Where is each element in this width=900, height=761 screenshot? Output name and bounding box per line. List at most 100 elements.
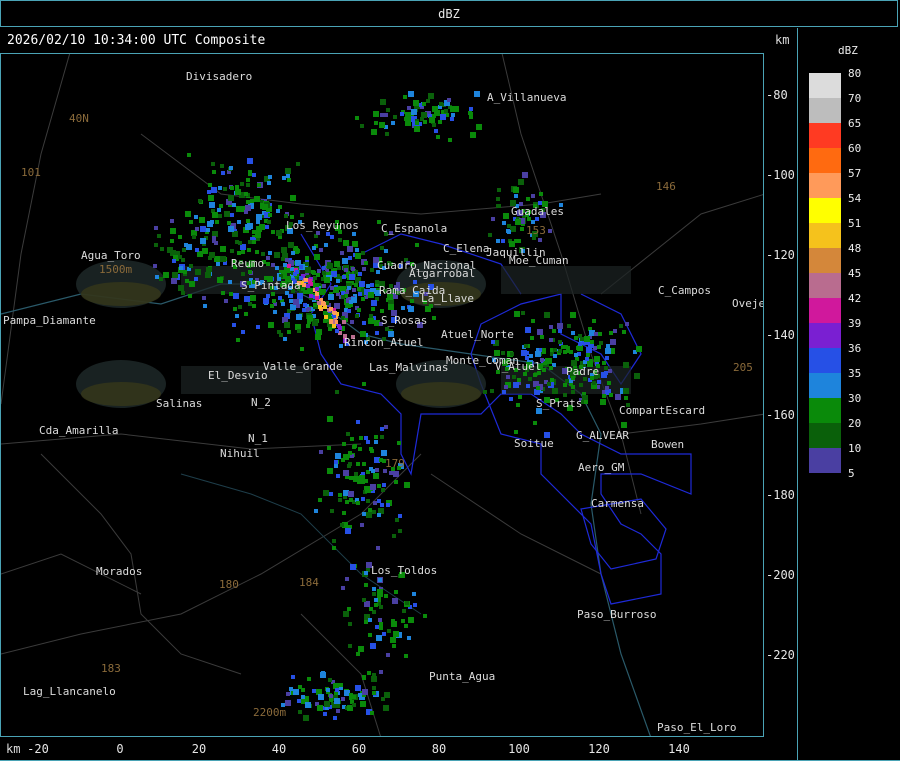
radar-echo [601, 372, 607, 378]
radar-echo [382, 632, 386, 636]
radar-echo [327, 416, 333, 422]
y-tick-label: -180 [766, 488, 795, 502]
radar-echo [317, 269, 321, 273]
radar-echo [397, 441, 401, 445]
radar-echo [366, 512, 372, 518]
radar-echo [347, 309, 351, 313]
radar-echo [324, 277, 330, 283]
radar-echo-core [332, 324, 336, 328]
border-line [430, 473, 602, 575]
radar-echo-core [329, 320, 333, 324]
radar-echo [218, 214, 222, 218]
radar-echo [343, 240, 349, 246]
radar-echo [235, 189, 241, 195]
radar-echo [248, 302, 252, 306]
radar-echo [356, 501, 360, 505]
radar-echo [380, 99, 386, 105]
radar-echo [338, 498, 342, 502]
radar-echo [205, 272, 211, 278]
radar-echo [380, 113, 384, 117]
radar-map-canvas[interactable]: Divisadero A_Villanueva Guadales 40N 101 Agua… [1, 54, 764, 737]
radar-echo [625, 322, 629, 326]
radar-echo-core [317, 301, 321, 305]
radar-echo [380, 435, 384, 439]
radar-echo [530, 336, 534, 340]
radar-echo [342, 442, 346, 446]
radar-echo [341, 697, 345, 701]
radar-echo [329, 492, 333, 496]
radar-echo [525, 327, 531, 333]
place-label: Punta_Agua [429, 670, 495, 683]
legend-label: 20 [848, 417, 862, 430]
radar-echo [155, 275, 159, 279]
legend-label: 80 [848, 67, 862, 80]
radar-echo [357, 287, 361, 291]
legend-swatch [809, 223, 841, 248]
radar-echo [390, 637, 396, 643]
radar-echo [404, 482, 410, 488]
legend-swatch [809, 398, 841, 423]
radar-echo [324, 243, 328, 247]
radar-map[interactable]: Divisadero A_Villanueva Guadales 40N 101 Agua… [0, 53, 764, 737]
radar-echo [246, 200, 250, 204]
radar-echo [345, 500, 349, 504]
x-tick-label: 120 [588, 742, 610, 756]
radar-echo [262, 204, 268, 210]
legend-label: 57 [848, 167, 862, 180]
radar-echo [352, 288, 356, 292]
radar-echo [509, 397, 513, 401]
y-tick-label: -140 [766, 328, 795, 342]
radar-echo [370, 643, 376, 649]
radar-echo [584, 400, 588, 404]
radar-echo [301, 695, 305, 699]
radar-echo [622, 330, 626, 334]
radar-echo [341, 586, 345, 590]
radar-echo [398, 529, 402, 533]
radar-echo [235, 314, 239, 318]
radar-echo [507, 230, 511, 234]
radar-echo [245, 224, 251, 230]
radar-echo [415, 243, 419, 247]
radar-echo [549, 325, 553, 329]
radar-echo [248, 240, 252, 244]
legend-label: 35 [848, 367, 862, 380]
radar-echo [355, 314, 359, 318]
radar-echo [284, 214, 288, 218]
window-title: dBZ [0, 0, 898, 27]
radar-echo [183, 270, 187, 274]
radar-echo [336, 709, 340, 713]
radar-echo [392, 644, 396, 648]
radar-echo [470, 132, 476, 138]
radar-echo [263, 298, 269, 304]
radar-echo [496, 239, 500, 243]
radar-echo [208, 195, 214, 201]
y-tick-label: -160 [766, 408, 795, 422]
radar-echo [285, 258, 289, 262]
y-tick-label: -220 [766, 648, 795, 662]
radar-echo [210, 220, 214, 224]
radar-echo [514, 311, 520, 317]
radar-echo [266, 256, 270, 260]
radar-echo [159, 277, 163, 281]
radar-echo [327, 262, 331, 266]
radar-echo [322, 271, 326, 275]
radar-echo [507, 224, 511, 228]
radar-echo [535, 351, 541, 357]
radar-echo [378, 578, 382, 582]
radar-echo [261, 252, 265, 256]
radar-echo [252, 240, 256, 244]
place-label: 153 [526, 224, 546, 237]
place-label: Ovejero [732, 297, 764, 310]
place-label: 40N [69, 112, 89, 125]
radar-echo [254, 196, 260, 202]
radar-echo [393, 471, 399, 477]
place-label: Reumo [231, 257, 264, 270]
radar-echo [328, 678, 332, 682]
radar-echo [276, 209, 280, 213]
radar-echo [364, 261, 368, 265]
radar-echo [297, 699, 301, 703]
place-label: Bowen [651, 438, 684, 451]
radar-echo [154, 243, 158, 247]
radar-echo [318, 498, 322, 502]
radar-echo-core [304, 278, 308, 282]
